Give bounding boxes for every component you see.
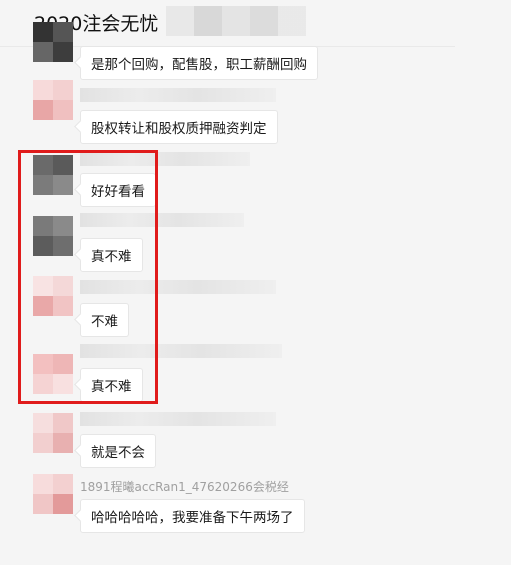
sender-name: 1891程曦accRan1_47620266会税经 [80, 480, 289, 494]
message-bubble[interactable]: 真不难 [80, 238, 143, 272]
sender-name-blurred [80, 88, 276, 102]
avatar[interactable] [33, 80, 73, 120]
message-bubble[interactable]: 好好看看 [80, 173, 156, 207]
message-bubble[interactable]: 不难 [80, 303, 129, 337]
avatar[interactable] [33, 155, 73, 195]
message-bubble[interactable]: 就是不会 [80, 434, 156, 468]
sender-name-blurred [80, 344, 282, 358]
sender-name-blurred [80, 213, 244, 227]
avatar[interactable] [33, 474, 73, 514]
avatar[interactable] [33, 413, 73, 453]
sender-name-blurred [80, 412, 276, 426]
message-bubble[interactable]: 是那个回购，配售股，职工薪酬回购 [80, 46, 318, 80]
chat-header: 2020注会无忧 [0, 0, 511, 47]
sender-name-blurred [80, 152, 250, 166]
avatar[interactable] [33, 22, 73, 62]
message-bubble[interactable]: 股权转让和股权质押融资判定 [80, 110, 278, 144]
message-bubble[interactable]: 真不难 [80, 368, 143, 402]
avatar[interactable] [33, 276, 73, 316]
avatar[interactable] [33, 216, 73, 256]
message-bubble[interactable]: 哈哈哈哈哈，我要准备下午两场了 [80, 499, 305, 533]
sender-name-blurred [80, 280, 276, 294]
avatar[interactable] [33, 354, 73, 394]
blurred-title-suffix [166, 6, 306, 36]
